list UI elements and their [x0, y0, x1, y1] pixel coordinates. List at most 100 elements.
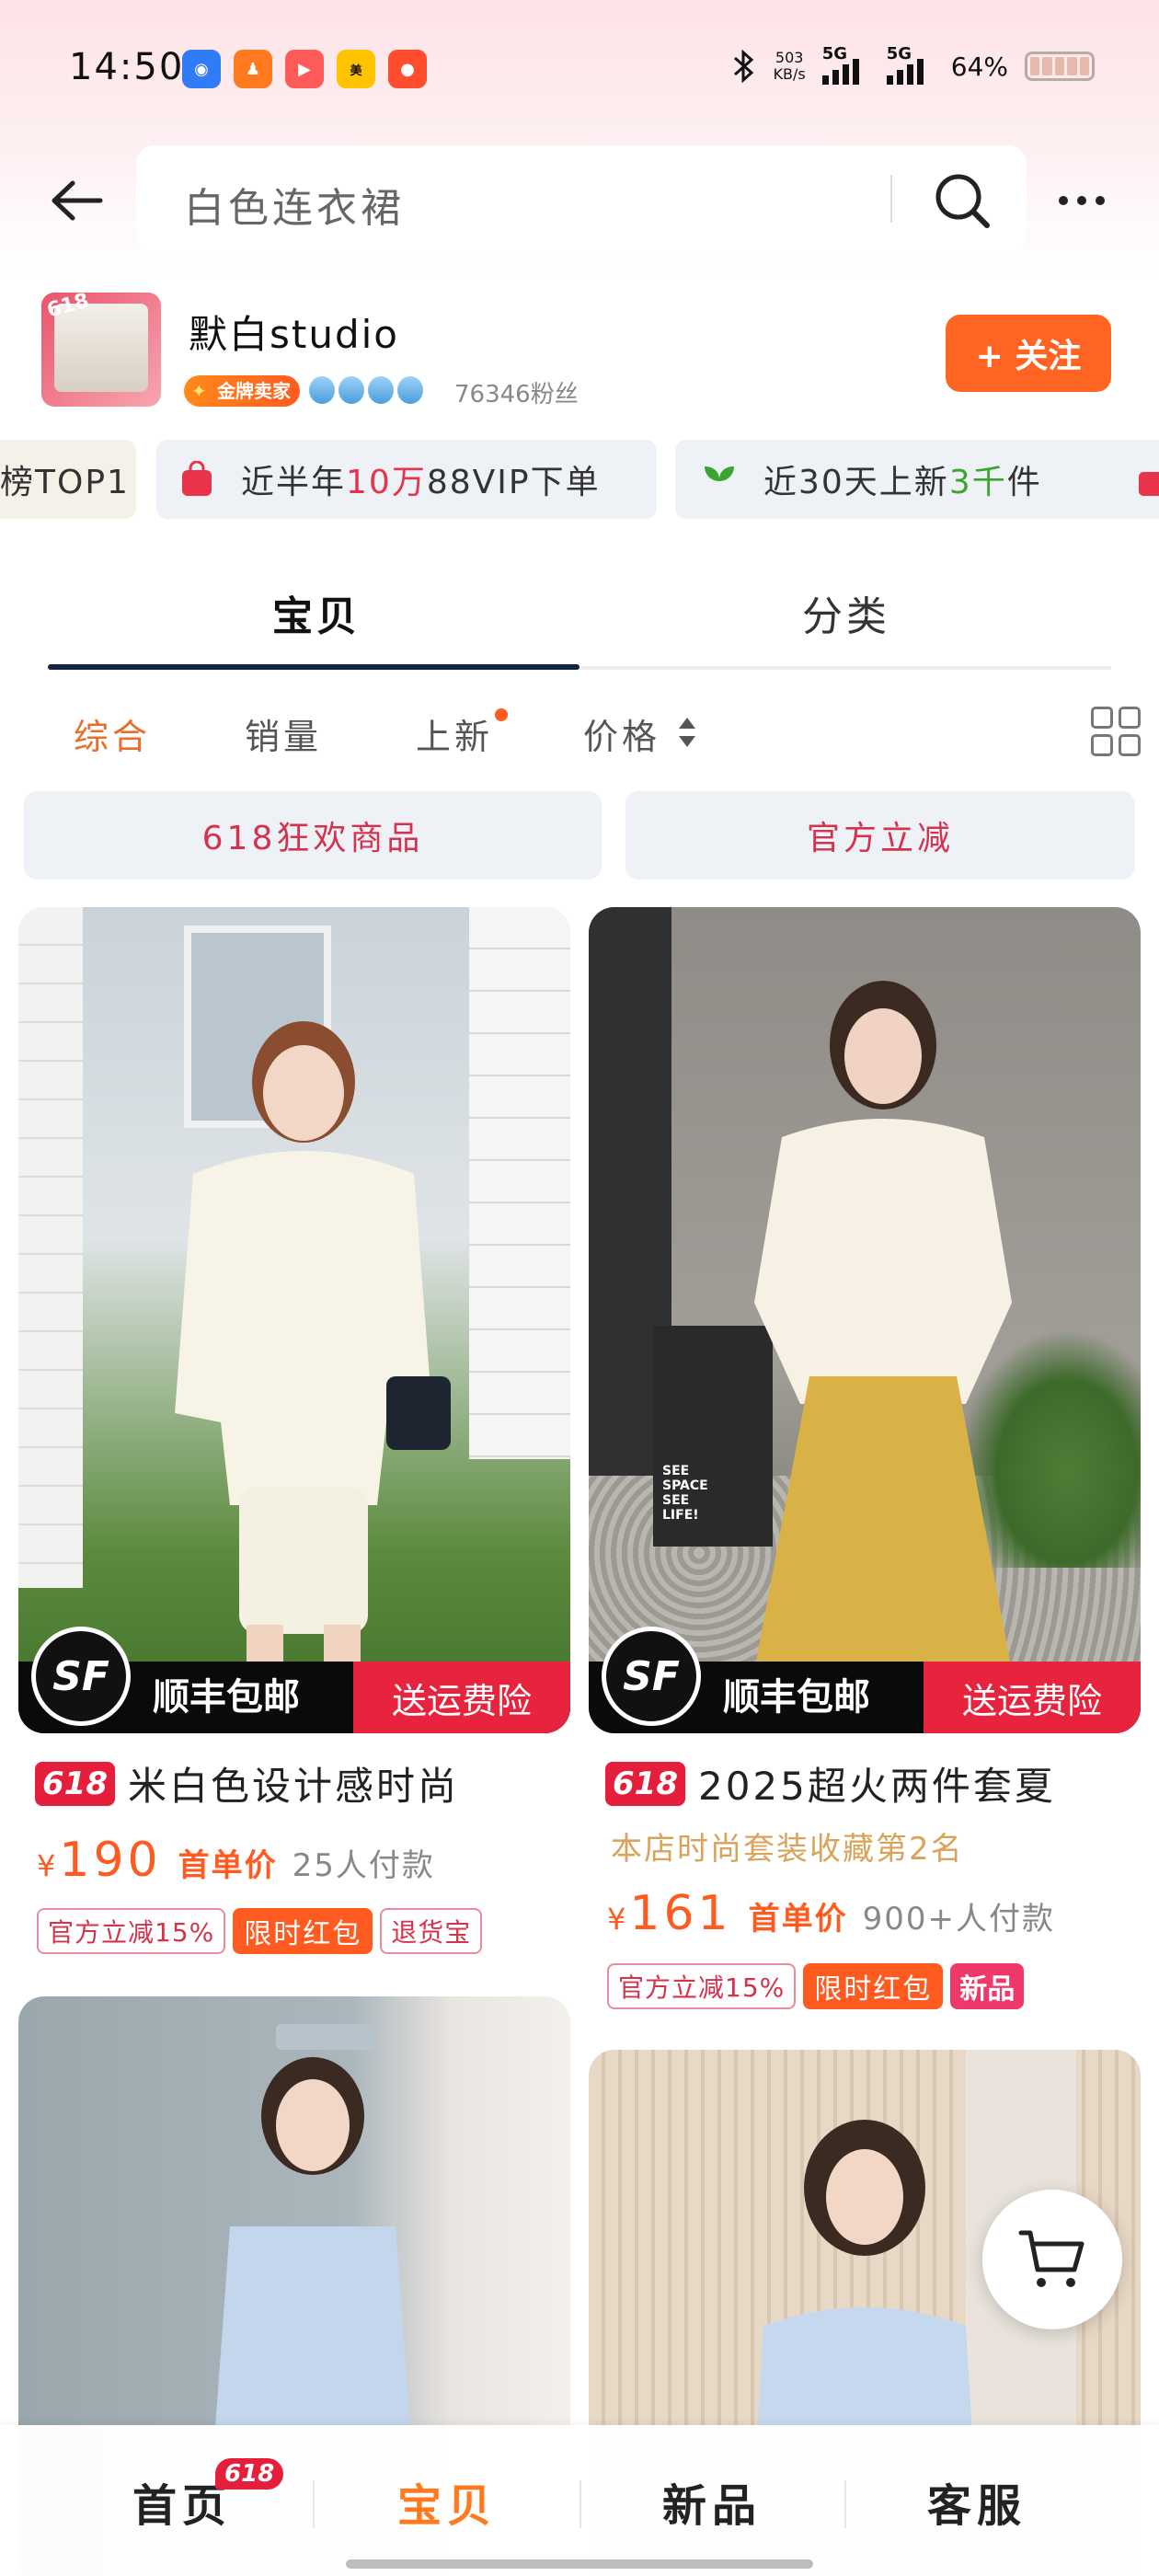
nav-service[interactable]: 客服 [844, 2469, 1109, 2534]
nav-products[interactable]: 宝贝 [315, 2469, 580, 2534]
currency-symbol: ¥ [37, 1848, 60, 1883]
cart-button[interactable] [982, 2190, 1122, 2329]
product-image[interactable]: SF 顺丰包邮 送运费险 [18, 907, 570, 1733]
currency-symbol: ¥ [607, 1902, 630, 1937]
tag-discount: 官方立减15% [37, 1908, 226, 1954]
highlight-text: 近半年 [241, 464, 347, 501]
product-price: ¥190 [37, 1833, 162, 1888]
net-speed-value: 503 [775, 49, 804, 66]
signal-label: 5G [886, 44, 912, 63]
search-button[interactable] [927, 166, 997, 236]
tag-618: 618 [35, 1761, 115, 1806]
new-dot [495, 708, 509, 721]
highlight-number: 3千 [948, 464, 1007, 501]
back-arrow-icon [52, 180, 103, 221]
highlight-text: 件 [1006, 464, 1042, 501]
app-notification-icon: 美 [337, 50, 375, 88]
gold-seller-badge: 金牌卖家 [184, 375, 300, 407]
more-icon [1059, 196, 1068, 205]
product-title-text: 米白色设计感时尚 [127, 1764, 459, 1809]
sort-price[interactable]: 价格 [583, 708, 660, 759]
buyer-count: 900+人付款 [862, 1901, 1056, 1938]
grid-view-button[interactable] [1091, 707, 1141, 756]
search-divider [890, 175, 892, 223]
crown-icon [339, 376, 364, 404]
crown-icon [368, 376, 394, 404]
bag-icon [178, 461, 215, 498]
highlight-chip-rank[interactable]: 榜TOP1 [0, 440, 136, 519]
tag-return-insurance: 退货宝 [380, 1908, 483, 1954]
signal-icon: 5G [886, 44, 935, 85]
thumb-icon [1133, 461, 1159, 498]
product-title[interactable]: 618 2025超火两件套夏 [605, 1755, 1148, 1811]
first-order-label: 首单价 [748, 1901, 848, 1938]
product-title-text: 2025超火两件套夏 [697, 1764, 1056, 1809]
sort-overall[interactable]: 综合 [74, 708, 151, 759]
product-tags: 官方立减15% 限时红包 退货宝 [37, 1908, 483, 1954]
search-bar[interactable]: 白色连衣裙 [136, 145, 1027, 252]
first-order-label: 首单价 [178, 1847, 278, 1884]
free-shipping-label: 顺丰包邮 [153, 1676, 300, 1719]
shop-rating-icons [309, 376, 423, 404]
app-notification-icon: ◉ [182, 50, 221, 88]
cart-icon [1018, 2230, 1084, 2287]
product-image[interactable]: SEE SPACE SEE LIFE! SF 顺丰包邮 送运费险 [589, 907, 1141, 1733]
buyer-count: 25人付款 [292, 1847, 435, 1884]
highlight-chip-more[interactable] [1111, 440, 1159, 519]
more-button[interactable] [1049, 175, 1115, 226]
product-price: ¥161 [607, 1886, 732, 1941]
highlight-text: 榜TOP1 [0, 464, 130, 501]
sort-arrows-icon[interactable] [677, 716, 697, 749]
tag-618: 618 [605, 1761, 685, 1806]
product-title[interactable]: 618 米白色设计感时尚 [35, 1755, 568, 1811]
model-figure [175, 1021, 451, 1671]
highlight-chip-vip[interactable]: 近半年 10万 88VIP下单 [156, 440, 657, 519]
nav-new[interactable]: 新品 [580, 2469, 844, 2534]
net-speed-unit: KB/s [773, 65, 806, 83]
shop-highlights: 榜TOP1 近半年 10万 88VIP下单 近30天上新 3千件 [0, 440, 1159, 521]
leaf-icon [701, 461, 738, 498]
signal-icon: 5G [821, 44, 870, 85]
battery-percent: 64% [950, 51, 1008, 82]
tab-products[interactable]: 宝贝 [272, 583, 361, 642]
insurance-label: 送运费险 [353, 1662, 570, 1733]
promo-618-button[interactable]: 618狂欢商品 [24, 791, 602, 880]
crown-icon [309, 376, 335, 404]
highlight-chip-new[interactable]: 近30天上新 3千件 [675, 440, 1139, 519]
shop-name[interactable]: 默白studio [189, 304, 399, 360]
promo-discount-button[interactable]: 官方立减 [625, 791, 1135, 880]
price-row: ¥161 首单价 900+人付款 [607, 1886, 1055, 1941]
tab-categories[interactable]: 分类 [802, 583, 890, 642]
sort-newest-label: 上新 [416, 717, 494, 757]
notification-icons: ◉ ♟ ▶ 美 ● [182, 50, 427, 88]
follow-button[interactable]: + 关注 [946, 315, 1111, 392]
net-speed: 503 KB/s [774, 50, 806, 83]
search-input[interactable]: 白色连衣裙 [184, 175, 405, 234]
bottom-navigation: 首页 618 宝贝 新品 客服 [0, 2425, 1159, 2576]
back-button[interactable] [46, 170, 107, 231]
app-notification-icon: ● [388, 50, 427, 88]
shop-rank-label: 本店时尚套装收藏第2名 [611, 1831, 964, 1868]
sort-sales[interactable]: 销量 [245, 708, 322, 759]
app-notification-icon: ▶ [285, 50, 324, 88]
insurance-label: 送运费险 [924, 1662, 1141, 1733]
signal-label: 5G [821, 44, 848, 63]
shop-avatar[interactable]: 618 [41, 293, 161, 407]
system-indicators: 503 KB/s 5G 5G 64% [729, 44, 1095, 85]
tag-new-product: 新品 [950, 1963, 1025, 2009]
crown-icon [397, 376, 423, 404]
fans-count: 76346粉丝 [454, 381, 579, 408]
model-figure [754, 981, 1012, 1671]
home-indicator[interactable] [346, 2559, 813, 2569]
battery-icon [1025, 52, 1095, 81]
status-time: 14:50 [69, 46, 185, 88]
highlight-text: 88VIP下单 [426, 464, 601, 501]
price-row: ¥190 首单价 25人付款 [37, 1833, 435, 1888]
tab-indicator [48, 664, 580, 670]
nav-618-badge: 618 [215, 2458, 284, 2490]
tag-red-packet: 限时红包 [803, 1963, 944, 2009]
free-shipping-label: 顺丰包邮 [723, 1676, 870, 1719]
tag-discount: 官方立减15% [607, 1963, 797, 2009]
sort-newest[interactable]: 上新 [416, 708, 509, 759]
status-bar: 14:50 ◉ ♟ ▶ 美 ● 503 KB/s 5G 5G 64% [0, 0, 1159, 138]
